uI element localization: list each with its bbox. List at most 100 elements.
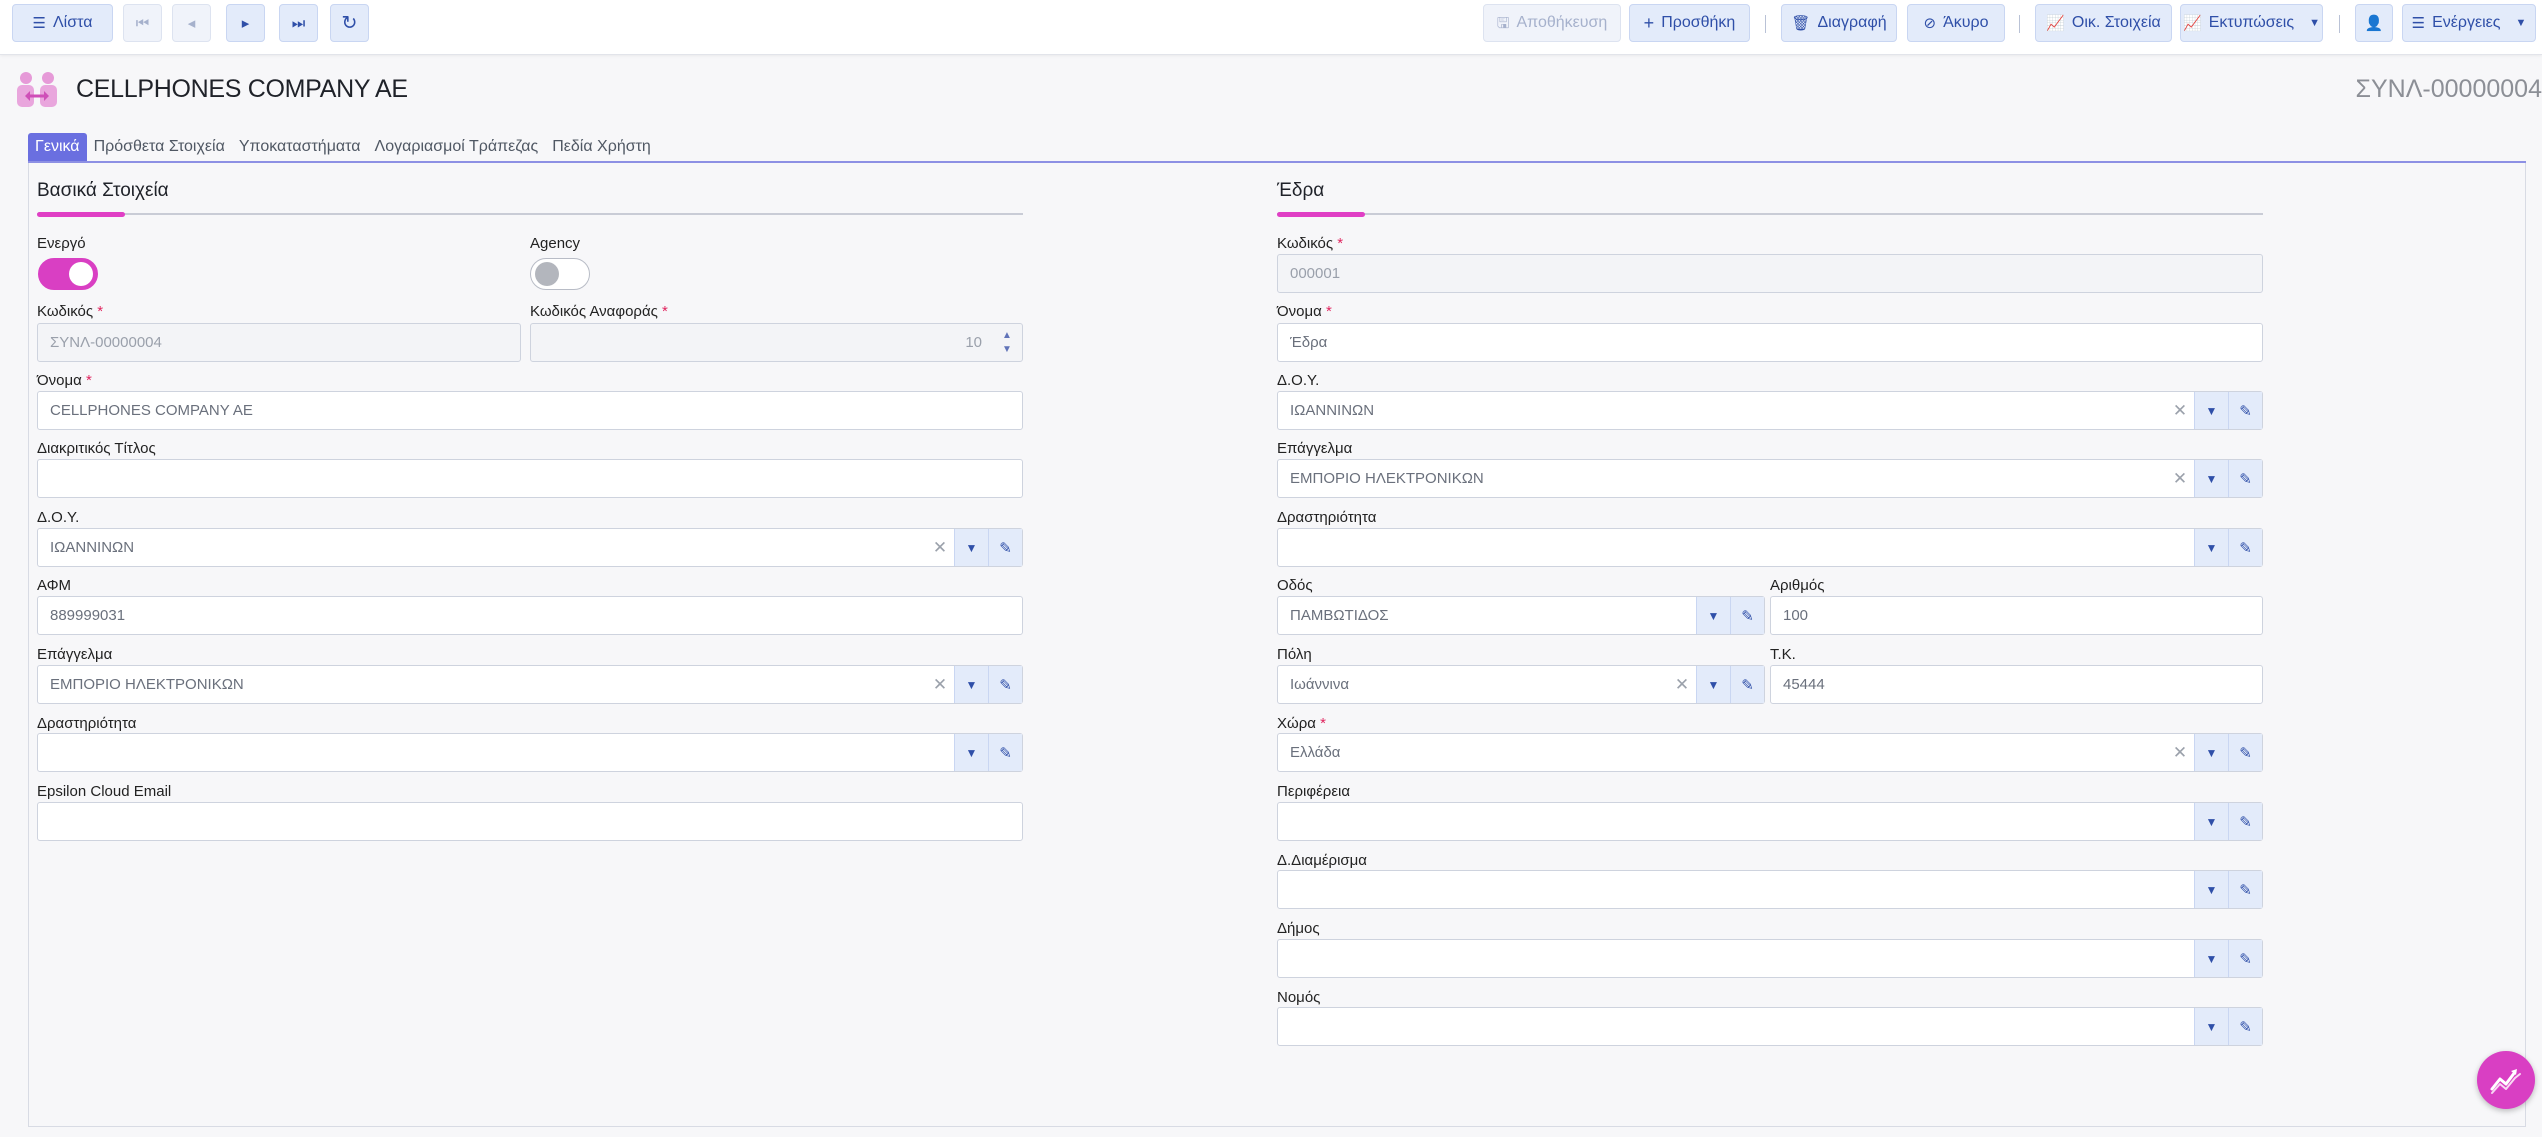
cloud-email-label: Epsilon Cloud Email: [37, 783, 172, 800]
previous-record-icon: ◂: [187, 14, 196, 32]
code-field[interactable]: ΣΥΝΛ-00000004: [37, 323, 521, 362]
number-spinner[interactable]: ▲ ▼: [992, 324, 1022, 361]
clear-icon[interactable]: ✕: [2166, 401, 2194, 421]
edit-button[interactable]: ✎: [2228, 871, 2262, 908]
edit-button[interactable]: ✎: [988, 734, 1022, 771]
list-button[interactable]: ☰ Λίστα: [12, 4, 113, 42]
street-number-field[interactable]: 100: [1770, 596, 2263, 635]
edit-button[interactable]: ✎: [2228, 803, 2262, 840]
edit-button[interactable]: ✎: [2228, 529, 2262, 566]
tab-bank-accounts[interactable]: Λογαριασμοί Τράπεζας: [368, 133, 546, 162]
street-value: ΠΑΜΒΩΤΙΔΟΣ: [1290, 607, 1389, 624]
dropdown-button[interactable]: ▼: [954, 734, 988, 771]
pencil-icon: ✎: [2239, 813, 2252, 831]
add-button[interactable]: + Προσθήκη: [1629, 4, 1750, 42]
hq-profession-select[interactable]: ΕΜΠΟΡΙΟ ΗΛΕΚΤΡΟΝΙΚΩΝ ✕ ▼ ✎: [1277, 459, 2263, 498]
agency-toggle[interactable]: [530, 258, 590, 290]
refresh-icon: ↻: [341, 12, 358, 34]
distinctive-title-field[interactable]: [37, 459, 1023, 498]
save-button[interactable]: 🖫 Αποθήκευση: [1483, 4, 1621, 42]
hq-tax-office-select[interactable]: ΙΩΑΝΝΙΝΩΝ ✕ ▼ ✎: [1277, 391, 2263, 430]
edit-button[interactable]: ✎: [2228, 940, 2262, 977]
clear-icon[interactable]: ✕: [2166, 743, 2194, 763]
hq-code-field[interactable]: 000001: [1277, 254, 2263, 293]
prefecture-select[interactable]: ▼ ✎: [1277, 1007, 2263, 1046]
spin-down-icon[interactable]: ▼: [1002, 343, 1012, 357]
tax-office-label: Δ.Ο.Υ.: [37, 509, 80, 526]
reference-code-field[interactable]: 10 ▲ ▼: [530, 323, 1023, 362]
analytics-fab[interactable]: [2477, 1051, 2535, 1109]
code-label: Κωδικός *: [37, 303, 103, 320]
dropdown-button[interactable]: ▼: [954, 529, 988, 566]
user-access-button[interactable]: 👤: [2355, 4, 2393, 42]
edit-button[interactable]: ✎: [2228, 392, 2262, 429]
clear-icon[interactable]: ✕: [926, 538, 954, 558]
dropdown-button[interactable]: ▼: [2194, 940, 2228, 977]
caret-down-icon: ▼: [2205, 1019, 2218, 1034]
zip-value: 45444: [1783, 676, 1825, 693]
cloud-email-field[interactable]: [37, 802, 1023, 841]
dropdown-button[interactable]: ▼: [1696, 666, 1730, 703]
hq-activity-select[interactable]: ▼ ✎: [1277, 528, 2263, 567]
city-select[interactable]: Ιωάννινα ✕ ▼ ✎: [1277, 665, 1765, 704]
street-select[interactable]: ΠΑΜΒΩΤΙΔΟΣ ▼ ✎: [1277, 596, 1765, 635]
name-field[interactable]: CELLPHONES COMPANY AE: [37, 391, 1023, 430]
tab-branches[interactable]: Υποκαταστήματα: [232, 133, 368, 162]
edit-button[interactable]: ✎: [2228, 460, 2262, 497]
vat-number-field[interactable]: 889999031: [37, 596, 1023, 635]
dropdown-button[interactable]: ▼: [2194, 803, 2228, 840]
clear-icon[interactable]: ✕: [2166, 469, 2194, 489]
region-select[interactable]: ▼ ✎: [1277, 802, 2263, 841]
country-select[interactable]: Ελλάδα ✕ ▼ ✎: [1277, 733, 2263, 772]
spin-up-icon[interactable]: ▲: [1002, 329, 1012, 343]
refresh-button[interactable]: ↻: [330, 4, 369, 42]
hq-code-label-text: Κωδικός: [1277, 235, 1334, 252]
active-toggle[interactable]: [38, 258, 98, 290]
financial-data-button[interactable]: 📈 Οικ. Στοιχεία: [2035, 4, 2172, 42]
dropdown-button[interactable]: ▼: [2194, 460, 2228, 497]
caret-down-icon: ▼: [2205, 745, 2218, 760]
dropdown-button[interactable]: ▼: [2194, 734, 2228, 771]
hq-name-field[interactable]: Έδρα: [1277, 323, 2263, 362]
tax-office-select[interactable]: ΙΩΑΝΝΙΝΩΝ ✕ ▼ ✎: [37, 528, 1023, 567]
tab-user-fields[interactable]: Πεδία Χρήστη: [545, 133, 658, 162]
code-value: ΣΥΝΛ-00000004: [50, 334, 162, 351]
city-label: Πόλη: [1277, 646, 1312, 663]
first-record-button[interactable]: ⏮: [123, 4, 162, 42]
clear-icon[interactable]: ✕: [1668, 675, 1696, 695]
next-record-button[interactable]: ▸: [226, 4, 265, 42]
profession-select[interactable]: ΕΜΠΟΡΙΟ ΗΛΕΚΤΡΟΝΙΚΩΝ ✕ ▼ ✎: [37, 665, 1023, 704]
last-record-icon: ⏭: [291, 14, 306, 32]
add-button-label: Προσθήκη: [1661, 14, 1736, 31]
dropdown-button[interactable]: ▼: [2194, 529, 2228, 566]
edit-button[interactable]: ✎: [1730, 597, 1764, 634]
activity-select[interactable]: ▼ ✎: [37, 733, 1023, 772]
prints-dropdown[interactable]: 📈 Εκτυπώσεις ▼: [2180, 4, 2323, 42]
edit-button[interactable]: ✎: [2228, 734, 2262, 771]
last-record-button[interactable]: ⏭: [279, 4, 318, 42]
tax-office-value: ΙΩΑΝΝΙΝΩΝ: [50, 539, 135, 556]
edit-button[interactable]: ✎: [988, 666, 1022, 703]
district-select[interactable]: ▼ ✎: [1277, 870, 2263, 909]
edit-button[interactable]: ✎: [1730, 666, 1764, 703]
vat-number-value: 889999031: [50, 607, 126, 624]
actions-dropdown[interactable]: ☰ Ενέργειες ▼: [2402, 4, 2536, 42]
reference-code-value: 10: [965, 334, 982, 351]
dropdown-button[interactable]: ▼: [1696, 597, 1730, 634]
cancel-button[interactable]: ⊘ Άκυρο: [1907, 4, 2005, 42]
dropdown-button[interactable]: ▼: [954, 666, 988, 703]
tab-general[interactable]: Γενικά: [28, 133, 87, 162]
dropdown-button[interactable]: ▼: [2194, 871, 2228, 908]
chart-icon: 📈: [2183, 14, 2202, 32]
basic-section-title: Βασικά Στοιχεία: [37, 180, 169, 201]
previous-record-button[interactable]: ◂: [172, 4, 211, 42]
dropdown-button[interactable]: ▼: [2194, 392, 2228, 429]
delete-button[interactable]: 🗑 Διαγραφή: [1781, 4, 1897, 42]
tab-additional-data[interactable]: Πρόσθετα Στοιχεία: [87, 133, 232, 162]
zip-field[interactable]: 45444: [1770, 665, 2263, 704]
clear-icon[interactable]: ✕: [926, 675, 954, 695]
municipality-select[interactable]: ▼ ✎: [1277, 939, 2263, 978]
dropdown-button[interactable]: ▼: [2194, 1008, 2228, 1045]
edit-button[interactable]: ✎: [2228, 1008, 2262, 1045]
edit-button[interactable]: ✎: [988, 529, 1022, 566]
